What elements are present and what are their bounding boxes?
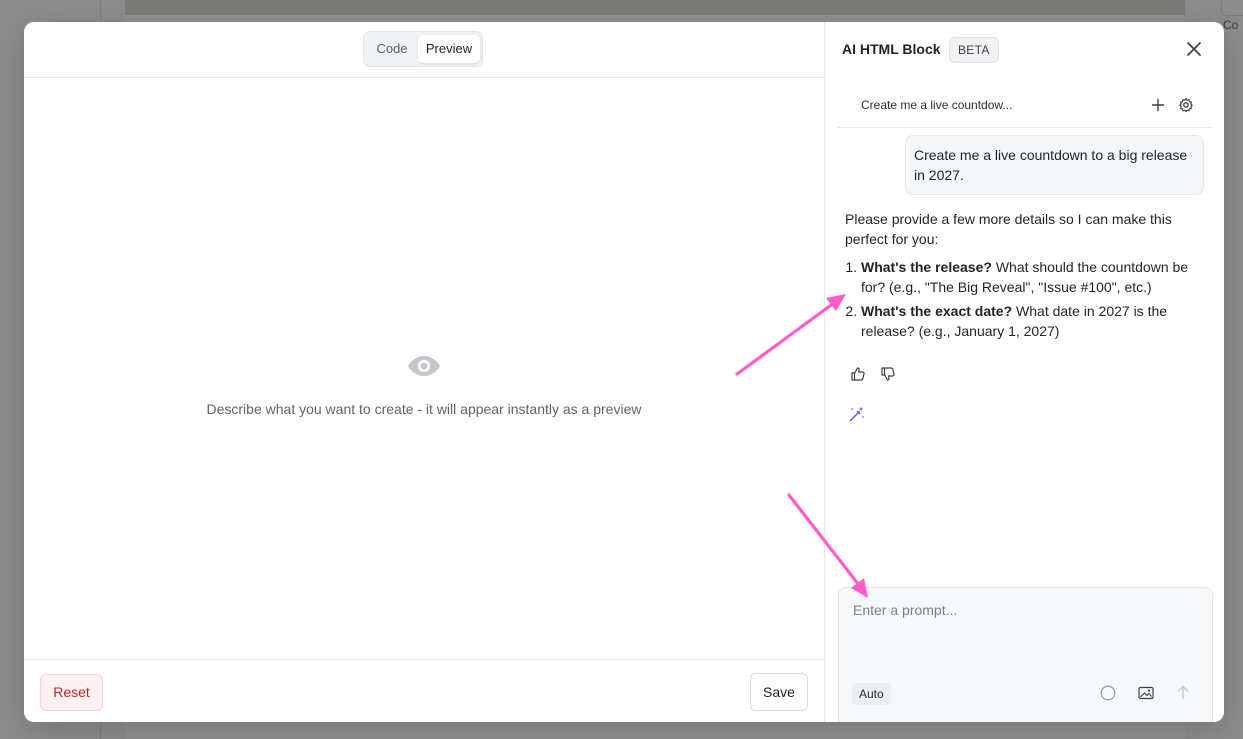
beta-badge: BETA [949, 37, 999, 63]
loader-icon [1100, 685, 1116, 701]
question-item: What's the release? What should the coun… [861, 257, 1205, 297]
thumbs-down-icon[interactable] [880, 366, 896, 382]
preview-area: Describe what you want to create - it wi… [24, 78, 824, 659]
panel-title: AI HTML Block [842, 41, 941, 57]
user-message: Create me a live countdown to a big rele… [905, 135, 1204, 195]
image-upload-icon[interactable] [1138, 686, 1154, 700]
ai-html-block-modal: Code Preview Describe what you want to c… [24, 22, 1224, 722]
magic-wand-icon[interactable] [848, 405, 866, 423]
background-right-text: Co [1223, 18, 1239, 32]
question-title: What's the exact date? [861, 303, 1013, 319]
save-button[interactable]: Save [750, 673, 808, 711]
prompt-composer: Auto [838, 587, 1213, 722]
mode-selector[interactable]: Auto [852, 683, 891, 705]
view-toggle: Code Preview [363, 31, 483, 67]
background-document-header [125, 0, 1185, 15]
close-icon[interactable] [1185, 40, 1203, 58]
send-arrow-icon[interactable] [1176, 684, 1190, 700]
ai-chat-panel: AI HTML Block BETA Create me a live coun… [824, 22, 1224, 722]
preview-empty-text: Describe what you want to create - it wi… [206, 401, 642, 417]
question-item: What's the exact date? What date in 2027… [861, 301, 1205, 341]
assistant-question-list: What's the release? What should the coun… [845, 257, 1205, 341]
thumbs-up-icon[interactable] [850, 366, 866, 382]
tab-code[interactable]: Code [367, 35, 417, 63]
background-right-tab [1221, 0, 1243, 16]
preview-footer: Reset Save [24, 659, 824, 722]
thread-bar: Create me a live countdow... [838, 87, 1212, 128]
assistant-message: Please provide a few more details so I c… [845, 209, 1205, 345]
plus-icon[interactable] [1151, 98, 1165, 112]
tab-preview[interactable]: Preview [418, 35, 480, 63]
prompt-input[interactable] [851, 600, 1195, 664]
preview-header: Code Preview [24, 22, 824, 78]
gear-icon[interactable] [1178, 97, 1194, 113]
reset-button[interactable]: Reset [40, 674, 103, 711]
eye-icon [408, 356, 440, 376]
thread-title[interactable]: Create me a live countdow... [861, 98, 1012, 112]
preview-pane: Code Preview Describe what you want to c… [24, 22, 824, 722]
assistant-intro: Please provide a few more details so I c… [845, 211, 1172, 247]
question-title: What's the release? [861, 259, 992, 275]
